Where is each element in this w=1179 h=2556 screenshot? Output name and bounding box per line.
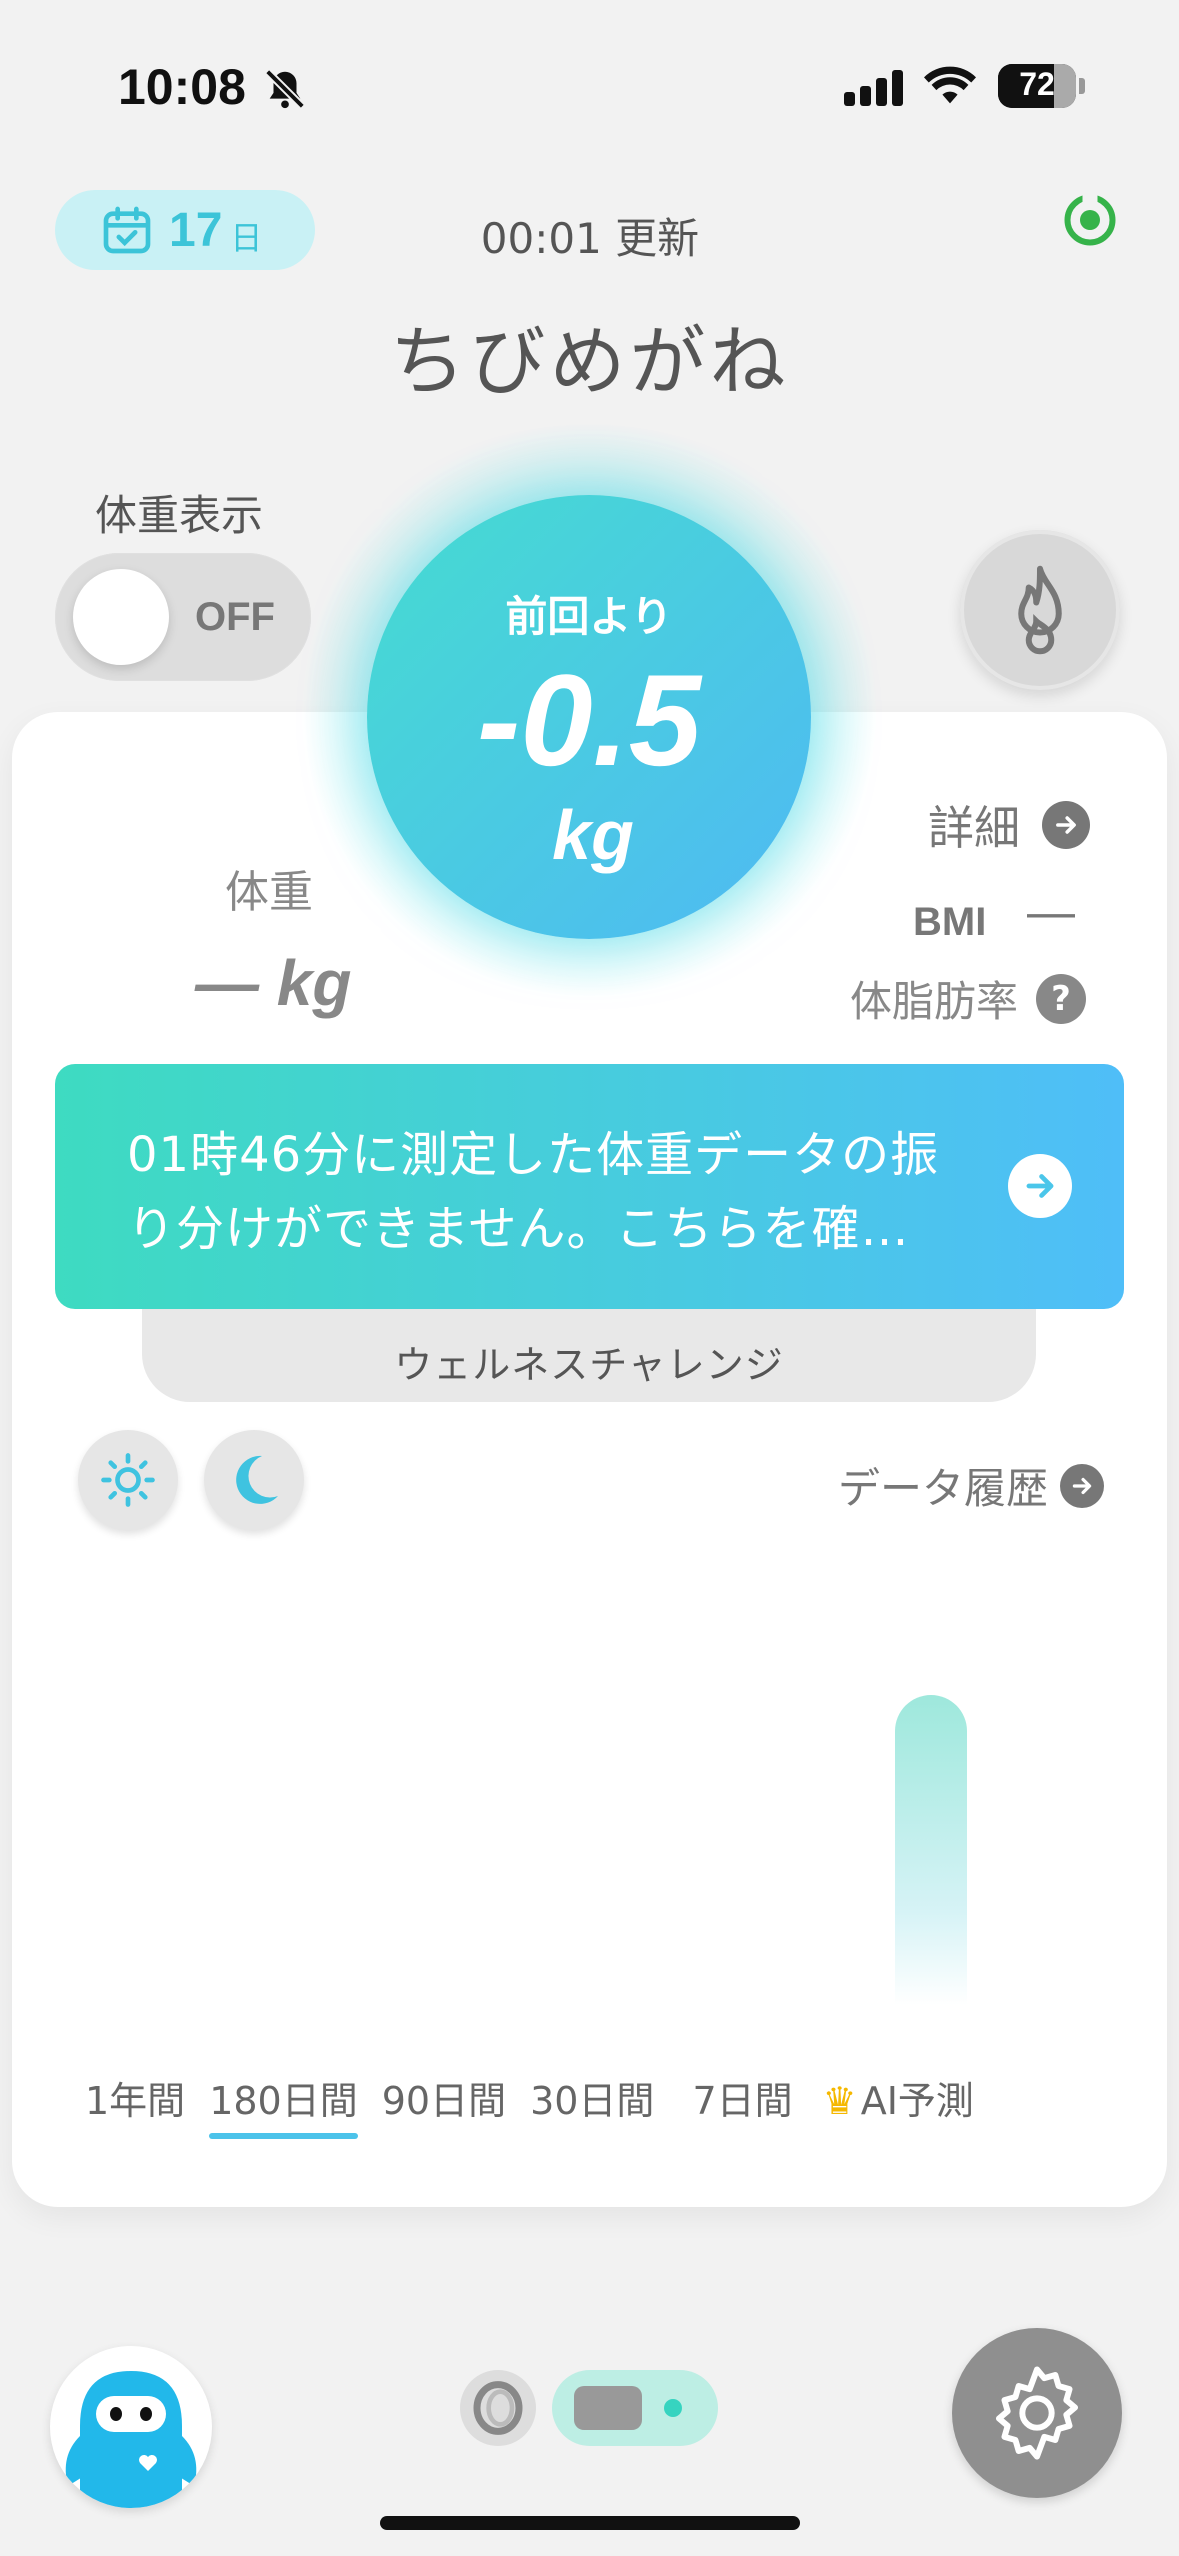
days-count: 17	[169, 203, 223, 257]
weight-display-toggle[interactable]: OFF	[55, 553, 311, 681]
toggle-knob	[73, 569, 169, 665]
connected-dot	[664, 2399, 682, 2417]
weight-title: 体重	[225, 867, 313, 918]
sync-icon[interactable]	[1060, 190, 1120, 250]
battery-icon: 72	[998, 64, 1076, 108]
signal-icon	[844, 70, 908, 106]
weight-change-circle[interactable]: 前回より -0.5 kg	[367, 495, 811, 939]
settings-icon	[995, 2366, 1079, 2460]
days-unit: 日	[230, 219, 263, 257]
home-indicator	[380, 2516, 800, 2530]
period-tab-90d[interactable]: 90日間	[382, 2070, 506, 2139]
sun-icon	[101, 1453, 155, 1507]
moon-icon	[236, 1455, 278, 1504]
fire-button[interactable]	[960, 530, 1120, 690]
arrow-right-icon	[1042, 801, 1090, 849]
period-tab-7d[interactable]: 7日間	[692, 2070, 792, 2139]
update-time: 00:01 更新	[480, 214, 700, 263]
wellness-challenge-tab[interactable]: ウェルネスチャレンジ	[142, 1308, 1036, 1402]
notice-banner[interactable]: 01時46分に測定した体重データの振り分けができません。こちらを確…	[55, 1064, 1124, 1309]
battery-level: 72	[1019, 66, 1055, 102]
body-fat-label: 体脂肪率	[850, 977, 1019, 1026]
bmi-label: BMI	[913, 900, 987, 944]
arrow-right-icon	[1060, 1463, 1105, 1508]
circle-unit: kg	[552, 796, 634, 874]
days-counter-pill[interactable]: 17 日	[55, 190, 315, 270]
weight-value: ― kg	[195, 947, 352, 1019]
mascot-avatar[interactable]	[50, 2346, 212, 2508]
history-label: データ履歴	[838, 1464, 1049, 1513]
calendar-icon	[103, 206, 151, 254]
banner-text: 01時46分に測定した体重データの振り分けができません。こちらを確…	[127, 1127, 940, 1257]
circle-label: 前回より	[505, 592, 673, 641]
arrow-right-icon	[1008, 1154, 1072, 1218]
scale-device-button[interactable]	[552, 2370, 718, 2446]
mascot-icon	[65, 2371, 197, 2508]
evening-button[interactable]	[204, 1430, 304, 1530]
period-tabs: 1年間 180日間 90日間 30日間 7日間 ♛ AI予測	[85, 2070, 998, 2139]
morning-button[interactable]	[78, 1430, 178, 1530]
period-tab-ai[interactable]: ♛ AI予測	[823, 2070, 974, 2139]
detail-link[interactable]: 詳細	[928, 792, 1090, 858]
help-icon[interactable]: ?	[1036, 973, 1087, 1024]
weight-display-label: 体重表示	[95, 491, 264, 540]
period-tab-1y[interactable]: 1年間	[85, 2070, 185, 2139]
period-tab-180d[interactable]: 180日間	[209, 2070, 358, 2139]
status-time: 10:08	[118, 59, 246, 115]
battery-tip	[1079, 78, 1085, 94]
toggle-state: OFF	[195, 595, 275, 639]
wellness-label: ウェルネスチャレンジ	[394, 1343, 784, 1387]
crown-icon: ♛	[822, 2079, 857, 2123]
bell-off-icon	[265, 69, 305, 109]
body-fat-row: 体脂肪率 ?	[850, 968, 1087, 1029]
detail-label: 詳細	[928, 801, 1020, 855]
bmi-value: ―	[1027, 885, 1075, 941]
scale-icon	[574, 2386, 642, 2430]
ring-icon	[473, 2381, 523, 2435]
fire-icon	[1018, 565, 1062, 655]
wifi-icon	[924, 66, 976, 104]
settings-button[interactable]	[952, 2328, 1122, 2498]
data-history-link[interactable]: データ履歴	[838, 1455, 1105, 1516]
user-name: ちびめがね	[389, 317, 790, 406]
circle-value: -0.5	[476, 647, 701, 793]
period-tab-30d[interactable]: 30日間	[530, 2070, 654, 2139]
chart-bar	[895, 1695, 967, 2005]
device-ring-button[interactable]	[460, 2370, 536, 2446]
